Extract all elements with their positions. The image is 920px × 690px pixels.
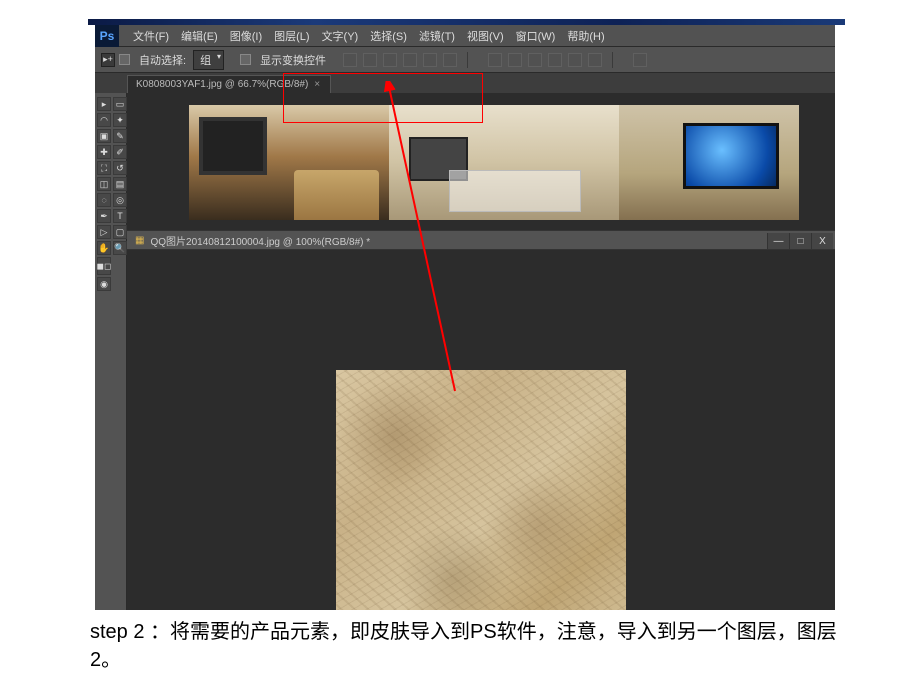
close-button[interactable]: X	[811, 233, 833, 249]
auto-select-label: 自动选择:	[136, 52, 189, 68]
menu-view[interactable]: 视图(V)	[461, 28, 510, 44]
stamp-tool-icon[interactable]: ⛶	[97, 161, 111, 175]
interior-scene-1	[189, 105, 389, 220]
fgbg-color-icon[interactable]: ◼◻	[97, 257, 111, 275]
options-bar: ▸+ 自动选择: 组 显示变换控件	[95, 47, 835, 73]
distribute-top-icon[interactable]	[488, 53, 502, 67]
zoom-tool-icon[interactable]: 🔍	[113, 241, 127, 255]
auto-select-checkbox[interactable]	[119, 54, 130, 65]
marquee-tool-icon[interactable]: ▭	[113, 97, 127, 111]
brush-tool-icon[interactable]: ✐	[113, 145, 127, 159]
document-tab-2[interactable]: ▦ QQ图片20140812100004.jpg @ 100%(RGB/8#) …	[135, 233, 370, 248]
step-caption: step 2 ：将需要的产品元素，即皮肤导入到PS软件，注意，导入到另一个图层，…	[90, 618, 850, 674]
auto-select-dropdown[interactable]: 组	[193, 50, 224, 70]
distribute-vcenter-icon[interactable]	[508, 53, 522, 67]
canvas-doc1[interactable]	[189, 105, 799, 220]
pen-tool-icon[interactable]: ✒	[97, 209, 111, 223]
window-titlebar	[88, 19, 845, 25]
tool-palette: ▸ ▭ ◠ ✦ ▣ ✎ ✚ ✐ ⛶ ↺ ◫ ▤ ◌ ◎ ✒ T ▷ ▢ ✋ 🔍 …	[95, 93, 127, 610]
distribute-icons-group	[488, 53, 602, 67]
lasso-tool-icon[interactable]: ◠	[97, 113, 111, 127]
quickmask-icon[interactable]: ◉	[97, 277, 111, 291]
type-tool-icon[interactable]: T	[113, 209, 127, 223]
interior-scene-2	[389, 105, 619, 220]
menu-filter[interactable]: 滤镜(T)	[413, 28, 461, 44]
menu-window[interactable]: 窗口(W)	[510, 28, 562, 44]
canvas-doc2[interactable]	[336, 370, 626, 610]
menu-type[interactable]: 文字(Y)	[316, 28, 365, 44]
document-tab-2-label: QQ图片20140812100004.jpg @ 100%(RGB/8#) *	[150, 233, 370, 248]
separator	[467, 52, 468, 68]
minimize-button[interactable]: —	[767, 233, 789, 249]
menu-image[interactable]: 图像(I)	[224, 28, 268, 44]
move-tool-icon[interactable]: ▸	[97, 97, 111, 111]
heal-tool-icon[interactable]: ✚	[97, 145, 111, 159]
path-tool-icon[interactable]: ▷	[97, 225, 111, 239]
align-center-v-icon[interactable]	[423, 53, 437, 67]
menu-help[interactable]: 帮助(H)	[561, 28, 610, 44]
align-icons-group	[343, 53, 457, 67]
gradient-tool-icon[interactable]: ▤	[113, 177, 127, 191]
separator	[612, 52, 613, 68]
folder-icon: ▦	[135, 235, 144, 246]
distribute-bottom-icon[interactable]	[528, 53, 542, 67]
document-tab-label: K0808003YAF1.jpg @ 66.7%(RGB/8#)	[136, 79, 308, 90]
ps-logo: Ps	[95, 25, 119, 47]
workspace: ▸ ▭ ◠ ✦ ▣ ✎ ✚ ✐ ⛶ ↺ ◫ ▤ ◌ ◎ ✒ T ▷ ▢ ✋ 🔍 …	[95, 93, 835, 610]
align-right-icon[interactable]	[383, 53, 397, 67]
document-tab-1[interactable]: K0808003YAF1.jpg @ 66.7%(RGB/8#) ×	[127, 75, 331, 93]
show-transform-label: 显示变换控件	[257, 52, 329, 68]
crop-tool-icon[interactable]: ▣	[97, 129, 111, 143]
blur-tool-icon[interactable]: ◌	[97, 193, 111, 207]
eraser-tool-icon[interactable]: ◫	[97, 177, 111, 191]
show-transform-checkbox[interactable]	[240, 54, 251, 65]
shape-tool-icon[interactable]: ▢	[113, 225, 127, 239]
menu-edit[interactable]: 编辑(E)	[175, 28, 224, 44]
menu-bar: Ps 文件(F) 编辑(E) 图像(I) 图层(L) 文字(Y) 选择(S) 滤…	[95, 25, 835, 47]
align-bottom-icon[interactable]	[443, 53, 457, 67]
canvas-area: ▦ QQ图片20140812100004.jpg @ 100%(RGB/8#) …	[127, 93, 835, 610]
extra-icon[interactable]	[633, 53, 647, 67]
history-brush-tool-icon[interactable]: ↺	[113, 161, 127, 175]
menu-layer[interactable]: 图层(L)	[268, 28, 315, 44]
hand-tool-icon[interactable]: ✋	[97, 241, 111, 255]
interior-scene-3	[619, 105, 799, 220]
canvas-doc2-wrapper	[127, 250, 835, 610]
magic-wand-tool-icon[interactable]: ✦	[113, 113, 127, 127]
menu-file[interactable]: 文件(F)	[127, 28, 175, 44]
eyedropper-tool-icon[interactable]: ✎	[113, 129, 127, 143]
photoshop-window: Ps 文件(F) 编辑(E) 图像(I) 图层(L) 文字(Y) 选择(S) 滤…	[95, 25, 835, 610]
tool-indicator-icon[interactable]: ▸+	[101, 53, 115, 67]
document-2-titlebar: ▦ QQ图片20140812100004.jpg @ 100%(RGB/8#) …	[127, 230, 835, 250]
maximize-button[interactable]: □	[789, 233, 811, 249]
dodge-tool-icon[interactable]: ◎	[113, 193, 127, 207]
extra-icons-group	[633, 53, 647, 67]
distribute-hcenter-icon[interactable]	[568, 53, 582, 67]
menu-select[interactable]: 选择(S)	[364, 28, 413, 44]
window-controls: — □ X	[767, 233, 833, 249]
align-top-icon[interactable]	[403, 53, 417, 67]
document-tabs: K0808003YAF1.jpg @ 66.7%(RGB/8#) ×	[95, 73, 835, 93]
align-left-icon[interactable]	[343, 53, 357, 67]
align-center-h-icon[interactable]	[363, 53, 377, 67]
distribute-right-icon[interactable]	[588, 53, 602, 67]
close-icon[interactable]: ×	[314, 79, 320, 90]
distribute-left-icon[interactable]	[548, 53, 562, 67]
